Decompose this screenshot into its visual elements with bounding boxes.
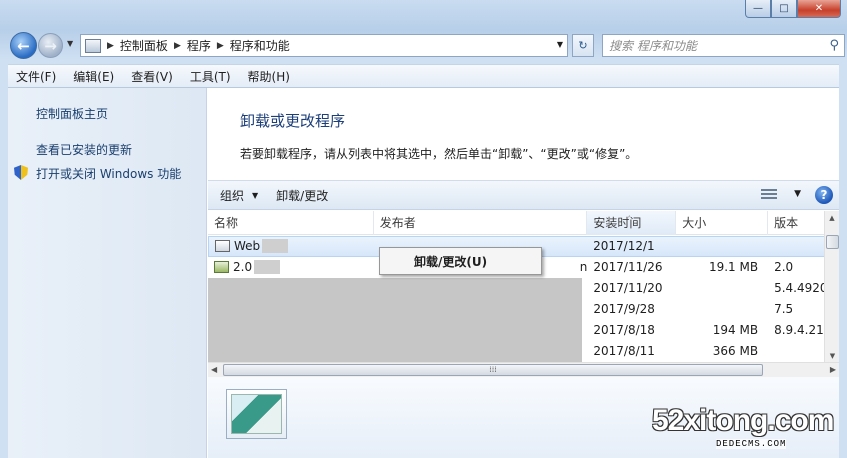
recent-pages-dropdown[interactable]: ▼	[67, 39, 73, 48]
search-placeholder: 搜索 程序和功能	[609, 39, 697, 53]
column-size[interactable]: 大小	[676, 211, 769, 235]
redacted-text	[254, 260, 281, 274]
redacted-block	[208, 278, 582, 363]
horizontal-scrollbar[interactable]: ◀ ⁞⁞⁞ ▶	[208, 362, 839, 377]
page-description: 若要卸载程序，请从列表中将其选中，然后单击“卸载”、“更改”或“修复”。	[240, 147, 638, 161]
row-size	[676, 236, 768, 257]
address-bar[interactable]: ▶ 控制面板 ▶ 程序 ▶ 程序和功能 ▼	[80, 34, 568, 57]
row-version	[767, 236, 827, 257]
redacted-text	[262, 239, 289, 253]
minimize-button[interactable]: —	[745, 0, 771, 18]
menu-view[interactable]: 查看(V)	[131, 68, 173, 85]
vertical-scrollbar[interactable]: ▲ ▼	[824, 211, 839, 363]
maximize-button[interactable]: □	[771, 0, 797, 18]
row-size	[676, 278, 768, 299]
address-dropdown-icon[interactable]: ▼	[557, 40, 563, 49]
link-view-installed-updates[interactable]: 查看已安装的更新	[36, 141, 132, 158]
chevron-down-icon: ▼	[252, 190, 259, 200]
breadcrumb-separator-icon[interactable]: ▶	[217, 41, 224, 51]
row-name: Web	[234, 239, 261, 253]
organize-button[interactable]: 组织 ▼	[220, 187, 258, 204]
back-button[interactable]: ←	[10, 32, 37, 59]
row-size: 366 MB	[712, 344, 759, 358]
breadcrumb-programs-features[interactable]: 程序和功能	[230, 37, 290, 54]
context-menu: 卸载/更改(U)	[379, 247, 542, 275]
table-header: 名称 发布者 安装时间 ˄ 大小 版本	[208, 211, 828, 235]
breadcrumb-separator-icon[interactable]: ▶	[107, 41, 114, 51]
programs-window: — □ ✕ ← → ▼ ▶ 控制面板 ▶ 程序 ▶ 程序和功能 ▼ ↻ 搜索 程…	[0, 0, 847, 458]
link-control-panel-home[interactable]: 控制面板主页	[36, 105, 108, 122]
row-version	[768, 341, 828, 362]
column-version[interactable]: 版本	[768, 211, 828, 235]
sort-icon: ˄	[627, 215, 632, 224]
watermark-subtext: DEDECMS.COM	[716, 439, 787, 449]
application-icon	[215, 240, 230, 252]
row-size: 19.1 MB	[708, 260, 759, 274]
menu-tools[interactable]: 工具(T)	[190, 68, 231, 85]
row-date: 2017/9/28	[593, 302, 655, 316]
column-publisher[interactable]: 发布者	[374, 211, 588, 235]
scroll-left-icon[interactable]: ◀	[211, 365, 217, 374]
context-menu-uninstall-change[interactable]: 卸载/更改(U)	[414, 253, 487, 270]
refresh-button[interactable]: ↻	[572, 34, 594, 57]
menu-edit[interactable]: 编辑(E)	[73, 68, 114, 85]
caption-buttons: — □ ✕	[745, 0, 841, 18]
arrow-right-icon: →	[44, 36, 57, 55]
row-version: 7.5	[774, 302, 794, 316]
row-version: 2.0	[774, 260, 794, 274]
row-version: 5.4.4920	[774, 281, 828, 295]
search-icon[interactable]: ⚲	[829, 38, 839, 53]
scroll-up-icon[interactable]: ▲	[825, 211, 839, 225]
command-bar: 组织 ▼ 卸载/更改 ▼ ?	[208, 180, 839, 210]
programs-list: 名称 发布者 安装时间 ˄ 大小 版本 Web 2017/12/1 2.0 n …	[208, 211, 839, 376]
uninstall-change-button[interactable]: 卸载/更改	[276, 187, 328, 204]
refresh-icon: ↻	[578, 39, 588, 52]
control-panel-icon	[85, 38, 101, 53]
organize-label: 组织	[220, 188, 245, 203]
scroll-down-icon[interactable]: ▼	[825, 349, 839, 363]
watermark-logo: 52xitong.com	[652, 404, 834, 437]
page-title: 卸载或更改程序	[240, 112, 346, 130]
row-size: 194 MB	[712, 323, 759, 337]
row-date: 2017/12/1	[593, 239, 655, 253]
breadcrumb-separator-icon[interactable]: ▶	[174, 41, 181, 51]
menu-file[interactable]: 文件(F)	[16, 68, 56, 85]
vertical-scroll-thumb[interactable]	[826, 235, 839, 249]
row-size	[676, 299, 768, 320]
row-date: 2017/8/18	[593, 323, 655, 337]
help-icon[interactable]: ?	[815, 186, 833, 204]
column-install-date[interactable]: 安装时间 ˄	[587, 211, 677, 235]
breadcrumb-control-panel[interactable]: 控制面板	[120, 37, 168, 54]
column-install-date-label: 安装时间	[593, 216, 642, 230]
row-date: 2017/11/20	[593, 281, 663, 295]
program-large-icon	[226, 389, 287, 439]
address-row: ← → ▼ ▶ 控制面板 ▶ 程序 ▶ 程序和功能 ▼ ↻ 搜索 程序和功能 ⚲	[6, 30, 845, 60]
horizontal-scroll-thumb[interactable]: ⁞⁞⁞	[223, 364, 763, 376]
forward-button[interactable]: →	[38, 33, 63, 58]
menu-help[interactable]: 帮助(H)	[248, 68, 290, 85]
shield-icon	[14, 165, 28, 180]
link-windows-features[interactable]: 打开或关闭 Windows 功能	[36, 165, 181, 182]
scroll-right-icon[interactable]: ▶	[830, 365, 836, 374]
column-name[interactable]: 名称	[208, 211, 374, 235]
row-date: 2017/8/11	[593, 344, 655, 358]
close-button[interactable]: ✕	[797, 0, 841, 18]
row-version: 8.9.4.216	[774, 323, 828, 337]
menu-bar: 文件(F) 编辑(E) 查看(V) 工具(T) 帮助(H)	[8, 64, 839, 88]
breadcrumb-programs[interactable]: 程序	[187, 37, 211, 54]
row-name: 2.0	[233, 260, 253, 274]
arrow-left-icon: ←	[17, 36, 30, 55]
view-dropdown-icon[interactable]: ▼	[794, 189, 801, 199]
package-icon	[214, 261, 229, 273]
row-date: 2017/11/26	[593, 260, 663, 274]
task-pane: 控制面板主页 查看已安装的更新 打开或关闭 Windows 功能	[8, 88, 207, 458]
search-input[interactable]: 搜索 程序和功能 ⚲	[602, 34, 845, 57]
view-options-icon[interactable]	[761, 189, 777, 201]
